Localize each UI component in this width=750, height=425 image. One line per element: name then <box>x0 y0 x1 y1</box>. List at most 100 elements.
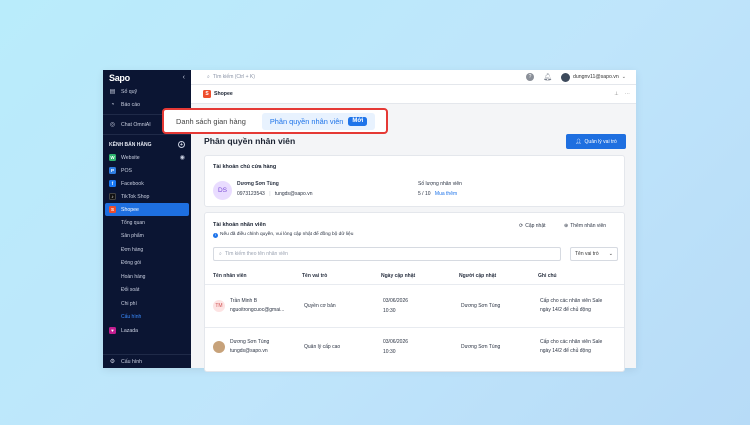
staff-role: Quyền cơ bản <box>304 303 336 309</box>
refresh-icon: ⟳ <box>519 223 524 229</box>
note: ngày 14/2 để chủ động <box>540 307 591 313</box>
avatar: DS <box>213 181 232 200</box>
column-header: Tên vai trò <box>302 273 328 279</box>
notice-text: Nếu đã điều chỉnh quyền, vui lòng cập nh… <box>220 232 354 237</box>
sidebar-sub-dong-goi[interactable]: Đóng gói <box>103 257 191 271</box>
quota-value: 5 / 10 <box>418 191 431 197</box>
staff-name[interactable]: Trần Minh B <box>230 297 257 306</box>
topbar: ⌕ Tìm kiếm (Ctrl + K) ? 🔔︎ dungnv11@sapo… <box>191 70 636 85</box>
avatar <box>213 341 225 353</box>
refresh-button[interactable]: ⟳ Cập nhật <box>519 222 546 231</box>
divider <box>205 284 624 285</box>
quota: 5 / 10 Mua thêm <box>418 190 457 199</box>
staff-email: tungds@sapo.vn <box>230 348 268 354</box>
search-icon: ⌕ <box>207 74 210 80</box>
sidebar-sub-san-pham[interactable]: Sản phẩm <box>103 230 191 244</box>
add-staff-button[interactable]: ⊕ Thêm nhân viên <box>564 222 606 231</box>
subheader: S Shopee ⊥ ⋯ <box>191 85 636 104</box>
sidebar-sub-cau-hinh[interactable]: Cấu hình <box>103 311 191 325</box>
owner-account-card: Tài khoản chủ cửa hàng DS Dương Sơn Tùng… <box>204 155 625 207</box>
page-title: Phân quyền nhân viên <box>204 136 296 146</box>
sidebar-item-label: Website <box>121 154 140 161</box>
sidebar-item-so-quy[interactable]: ▤ Sổ quỹ <box>103 85 191 98</box>
staff-role: Quản lý cấp cao <box>304 344 341 350</box>
sidebar-item-facebook[interactable]: f Facebook <box>103 177 191 190</box>
shop-name: Shopee <box>214 91 233 97</box>
avatar <box>560 72 570 82</box>
card-title: Tài khoản chủ cửa hàng <box>213 164 277 170</box>
report-icon: ◔ <box>110 101 115 108</box>
tab-staff-permissions[interactable]: Phân quyền nhân viên Mới <box>261 112 376 130</box>
sales-channels-section: KÊNH BÁN HÀNG + <box>103 138 191 151</box>
role-filter-select[interactable]: Tên vai trò ⌄ <box>570 247 618 261</box>
button-label: Cập nhật <box>525 223 546 229</box>
website-icon: W <box>109 154 116 161</box>
owner-name: Dương Sơn Tùng <box>237 181 279 187</box>
global-search[interactable]: ⌕ Tìm kiếm (Ctrl + K) <box>207 74 526 80</box>
gear-icon: ⚙ <box>109 359 116 365</box>
tabs-highlight: Danh sách gian hàng Phân quyền nhân viên… <box>162 108 388 134</box>
subheader-actions: ⊥ ⋯ <box>614 91 630 97</box>
shopee-icon: S <box>203 90 211 98</box>
updater: Dương Sơn Tùng <box>461 303 501 309</box>
tab-label: Phân quyền nhân viên <box>269 116 344 126</box>
sidebar-footer: ⚙ Cấu hình <box>103 354 191 368</box>
info-icon: i <box>213 232 218 238</box>
chat-icon: ◎ <box>109 122 116 128</box>
collapse-sidebar-icon[interactable]: ‹ <box>183 74 185 81</box>
sidebar-sub-hoan-hang[interactable]: Hoàn hàng <box>103 270 191 284</box>
sidebar-item-label: POS <box>121 167 132 174</box>
sidebar-item-label: TikTok Shop <box>121 193 150 200</box>
sidebar-item-pos[interactable]: P POS <box>103 164 191 177</box>
sidebar-item-label: Sổ quỹ <box>121 88 138 95</box>
wallet-icon: ▤ <box>109 89 116 95</box>
sidebar-sub-don-hang[interactable]: Đơn hàng <box>103 243 191 257</box>
sidebar-item-website[interactable]: W Website ◉ <box>103 151 191 164</box>
sapo-logo: Sapo <box>109 72 130 83</box>
pos-icon: P <box>109 167 116 174</box>
staff-email: nguoitrongcuoc@gmai... <box>230 307 285 313</box>
note: ngày 14/2 để chủ động <box>540 348 591 354</box>
sidebar-sub-tong-quan[interactable]: Tổng quan <box>103 216 191 230</box>
help-icon[interactable]: ? <box>526 73 535 81</box>
owner-email: tungds@sapo.vn <box>274 191 313 197</box>
column-header: Tên nhân viên <box>213 273 247 279</box>
add-channel-icon[interactable]: + <box>178 141 185 148</box>
card-title: Tài khoản nhân viên <box>213 222 266 228</box>
column-header: Người cập nhật <box>459 273 497 279</box>
update-date: 03/06/2026 <box>383 298 409 304</box>
section-title: KÊNH BÁN HÀNG <box>109 141 152 148</box>
sidebar-item-shopee[interactable]: S Shopee <box>105 203 189 216</box>
eye-icon[interactable]: ◉ <box>180 154 185 161</box>
search-placeholder: Tìm kiếm (Ctrl + K) <box>212 74 255 80</box>
sidebar-item-tiktok-shop[interactable]: ♪ TikTok Shop <box>103 190 191 203</box>
owner-contact: 0973123543 | tungds@sapo.vn <box>237 191 313 197</box>
sidebar-item-lazada[interactable]: ♥ Lazada <box>103 324 191 337</box>
chevron-down-icon: ⌄ <box>621 74 626 80</box>
bell-icon[interactable]: 🔔︎ <box>543 73 552 81</box>
sidebar-item-label: Cấu hình <box>121 358 143 365</box>
sidebar-sub-chi-phi[interactable]: Chi phí <box>103 297 191 311</box>
sidebar-sub-doi-soat[interactable]: Đối soát <box>103 284 191 298</box>
more-icon[interactable]: ⋯ <box>625 91 630 97</box>
staff-name[interactable]: Dương Sơn Tùng <box>230 338 269 347</box>
note: Cấp cho các nhân viên Sale <box>540 298 603 304</box>
note: Cấp cho các nhân viên Sale <box>540 339 603 345</box>
staff-account-card: Tài khoản nhân viên i Nếu đã điều chỉnh … <box>204 212 625 372</box>
pin-icon[interactable]: ⊥ <box>614 91 619 97</box>
column-header: Ghi chú <box>538 273 557 279</box>
updater: Dương Sơn Tùng <box>461 344 501 350</box>
update-time: 10:30 <box>383 308 396 314</box>
sidebar-item-settings[interactable]: ⚙ Cấu hình <box>103 355 191 368</box>
sidebar-item-label: Chat OmniAI <box>121 121 151 128</box>
update-time: 10:30 <box>383 349 396 355</box>
tab-shop-list[interactable]: Danh sách gian hàng <box>168 113 254 130</box>
manage-roles-button[interactable]: 👤︎ Quản lý vai trò <box>566 134 626 149</box>
staff-search-input[interactable]: ⌕ Tìm kiếm theo tên nhân viên <box>213 247 561 261</box>
buy-more-link[interactable]: Mua thêm <box>435 191 457 197</box>
user-menu[interactable]: dungnv11@sapo.vn ⌄ <box>560 72 626 82</box>
sidebar-item-label: Báo cáo <box>121 101 141 108</box>
sync-notice: i Nếu đã điều chỉnh quyền, vui lòng cập … <box>213 231 353 240</box>
search-icon: ⌕ <box>219 251 222 257</box>
user-email: dungnv11@sapo.vn <box>572 74 619 80</box>
